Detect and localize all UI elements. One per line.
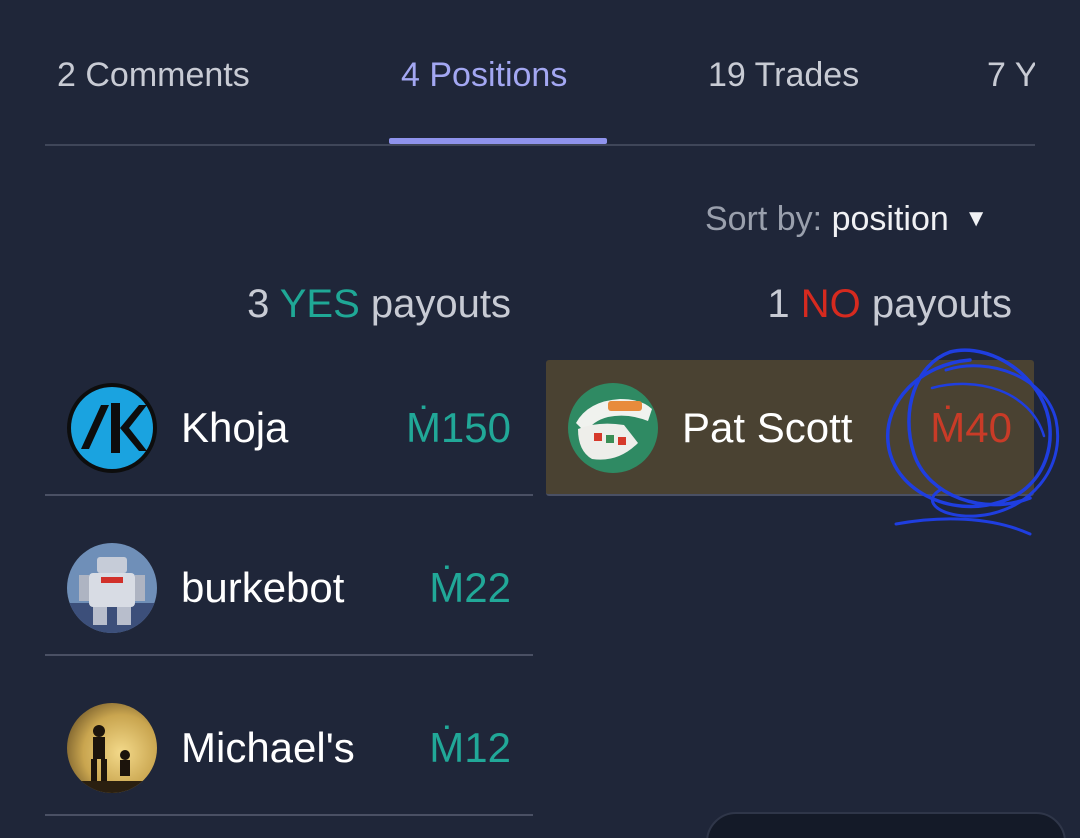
active-tab-indicator: [389, 138, 607, 144]
tab-more[interactable]: 7 Y: [987, 56, 1035, 95]
caret-down-icon: ▼: [964, 205, 988, 232]
avatar[interactable]: [568, 383, 658, 473]
avatar[interactable]: [67, 383, 157, 473]
no-label: NO: [800, 282, 861, 326]
position-amount: Ṁ12: [429, 724, 511, 771]
sort-value: position: [831, 200, 949, 238]
no-payouts-header: 1 NO payouts: [767, 282, 1012, 327]
tab-comments[interactable]: 2 Comments: [57, 56, 250, 95]
no-count: 1: [767, 282, 790, 326]
position-amount: Ṁ150: [405, 404, 511, 451]
tab-positions[interactable]: 4 Positions: [401, 56, 567, 95]
position-row-khoja[interactable]: Khoja Ṁ150: [45, 360, 533, 496]
avatar[interactable]: [67, 703, 157, 793]
tab-bar: 2 Comments 4 Positions 19 Trades 7 Y: [45, 0, 1035, 146]
position-name: Khoja: [181, 404, 289, 451]
position-amount: Ṁ22: [429, 564, 511, 611]
tab-strip: 2 Comments 4 Positions 19 Trades 7 Y: [45, 0, 1035, 140]
sort-dropdown[interactable]: Sort by: position ▼: [705, 200, 988, 239]
position-name: Michael's: [181, 724, 355, 771]
yes-label: YES: [279, 282, 360, 326]
position-row-pat-scott[interactable]: Pat Scott Ṁ40: [546, 360, 1034, 496]
tab-trades[interactable]: 19 Trades: [708, 56, 859, 95]
position-amount: Ṁ40: [930, 404, 1012, 451]
position-row-michaels[interactable]: Michael's Ṁ12: [45, 680, 533, 816]
yes-count: 3: [247, 282, 270, 326]
no-payouts-suffix: payouts: [871, 282, 1012, 326]
position-name: Pat Scott: [682, 404, 853, 451]
sort-label: Sort by:: [704, 200, 823, 238]
position-row-burkebot[interactable]: burkebot Ṁ22: [45, 520, 533, 656]
yes-payouts-suffix: payouts: [370, 282, 511, 326]
yes-payouts-header: 3 YES payouts: [247, 282, 511, 327]
position-name: burkebot: [181, 564, 345, 611]
bottom-floating-button[interactable]: [706, 812, 1066, 838]
avatar[interactable]: [67, 543, 157, 633]
